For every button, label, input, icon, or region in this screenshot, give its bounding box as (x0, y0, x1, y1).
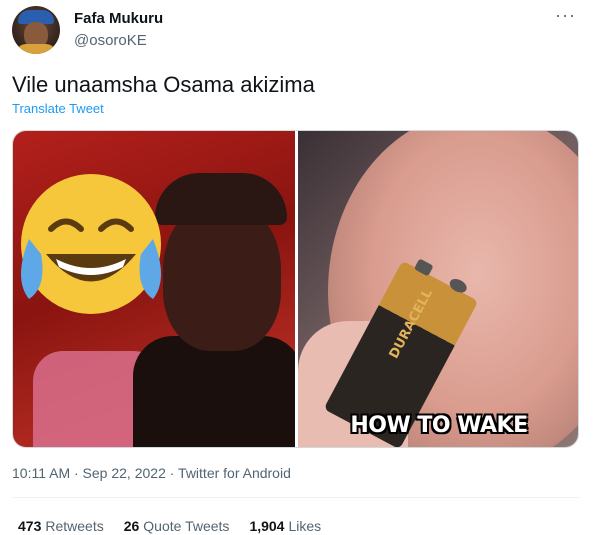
tweet-media: DURACELL HOW TO WAKE (12, 130, 579, 448)
battery-brand-label: DURACELL (386, 286, 436, 362)
tweet-timestamp[interactable]: 10:11 AM · Sep 22, 2022 · Twitter for An… (12, 465, 291, 481)
avatar-shirt (16, 44, 56, 54)
quote-tweets-stat[interactable]: 26 Quote Tweets (124, 518, 230, 534)
laughing-crying-emoji-icon (21, 174, 161, 314)
man-cap-shape (155, 173, 287, 225)
author-name[interactable]: Fafa Mukuru (74, 10, 163, 27)
retweets-count: 473 (18, 518, 42, 534)
man-shirt-shape (133, 336, 295, 447)
meme-caption: HOW TO WAKE (350, 413, 528, 438)
retweets-label: Retweets (45, 518, 104, 534)
tweet-header: Fafa Mukuru @osoroKE ··· (12, 6, 582, 54)
quotes-label: Quote Tweets (143, 518, 230, 534)
likes-count: 1,904 (249, 518, 285, 534)
more-horizontal-icon[interactable]: ··· (555, 6, 576, 24)
translate-tweet-link[interactable]: Translate Tweet (12, 101, 104, 116)
author-handle[interactable]: @osoroKE (74, 32, 147, 49)
tweet-stats: 473 Retweets 26 Quote Tweets 1,904 Likes (18, 518, 321, 534)
avatar[interactable] (12, 6, 60, 54)
media-image-left[interactable] (13, 131, 295, 447)
likes-stat[interactable]: 1,904 Likes (249, 518, 321, 534)
divider (12, 497, 580, 498)
tweet-text: Vile unaamsha Osama akizima (12, 72, 315, 97)
likes-label: Likes (288, 518, 322, 534)
media-image-right[interactable]: DURACELL HOW TO WAKE (298, 131, 578, 447)
retweets-stat[interactable]: 473 Retweets (18, 518, 104, 534)
quotes-count: 26 (123, 518, 140, 534)
